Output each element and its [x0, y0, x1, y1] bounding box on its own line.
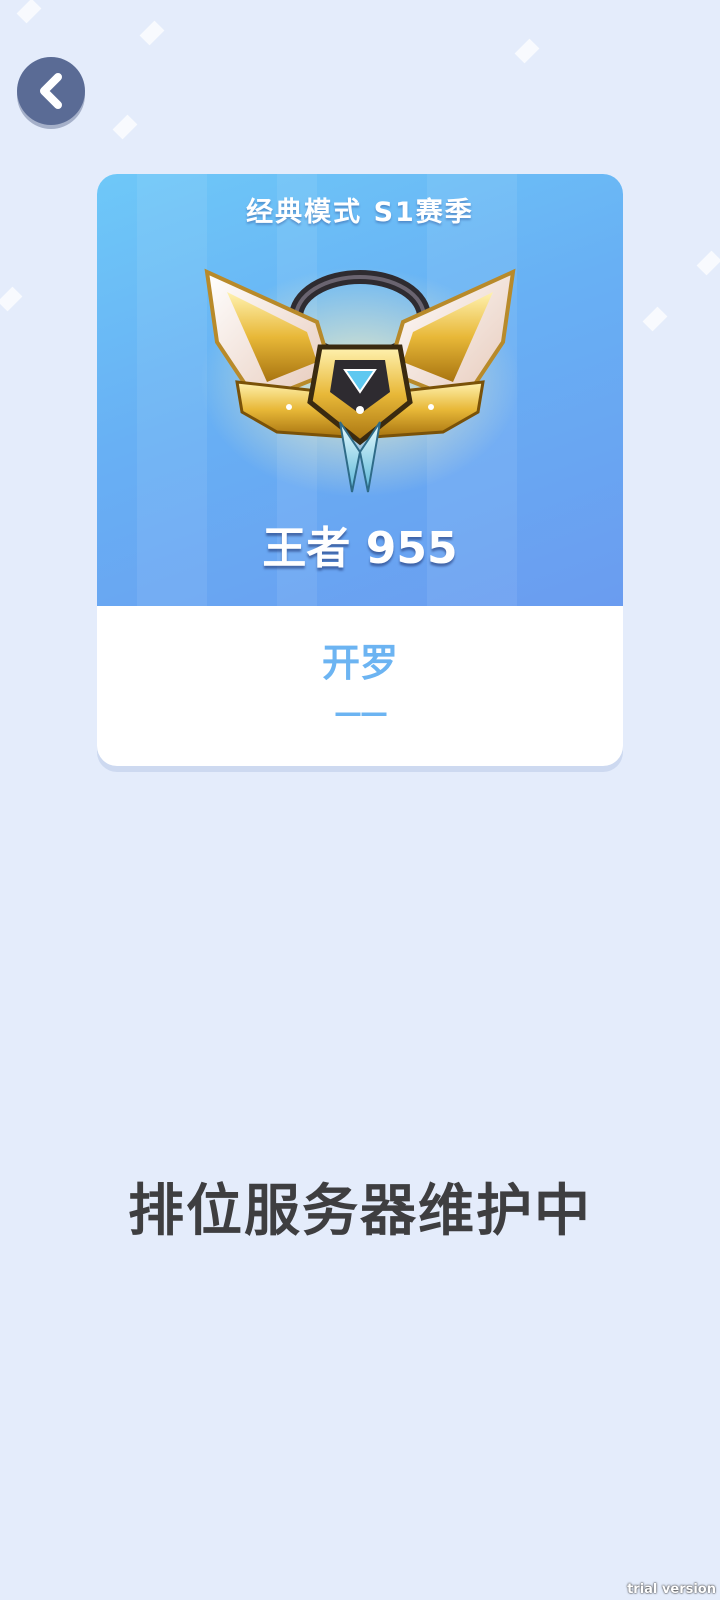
rank-card-header: 经典模式 S1赛季 王者 955 [97, 174, 623, 606]
season-title: 经典模式 S1赛季 [246, 197, 474, 228]
rank-score: 王者 955 [262, 523, 458, 574]
sparkle-decoration [514, 38, 540, 64]
city-name: 开罗 [321, 641, 398, 685]
sparkle-decoration [642, 306, 668, 332]
sparkle-decoration [696, 250, 720, 276]
back-button[interactable] [17, 57, 85, 125]
chevron-left-icon [40, 73, 62, 109]
trial-watermark: trial version [627, 1582, 716, 1597]
rank-card[interactable]: 经典模式 S1赛季 王者 955 开罗 —— [97, 174, 623, 766]
sparkle-decoration [139, 20, 165, 46]
sparkle-decoration [112, 114, 138, 140]
maintenance-message: 排位服务器维护中 [128, 1179, 592, 1244]
sparkle-decoration [16, 0, 42, 24]
king-rank-emblem-icon [200, 267, 520, 497]
city-rank: —— [334, 696, 388, 729]
sparkle-decoration [0, 286, 23, 312]
